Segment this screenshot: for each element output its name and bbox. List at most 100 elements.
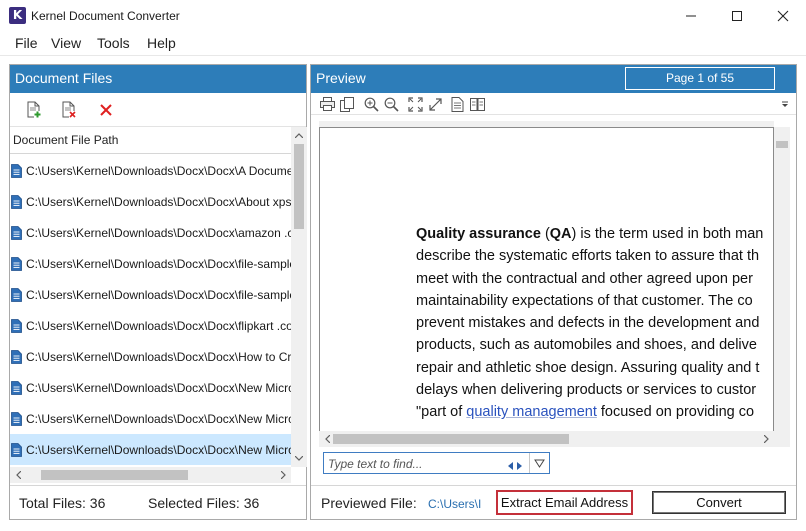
preview-footer: Previewed File: C:\Users\I Extract Email… bbox=[311, 485, 796, 519]
find-text-input[interactable] bbox=[328, 456, 504, 471]
menu-file[interactable]: File bbox=[15, 35, 38, 51]
file-list-item[interactable]: C:\Users\Kernel\Downloads\Docx\Docx\A Do… bbox=[10, 155, 291, 186]
document-file-icon bbox=[11, 349, 22, 364]
preview-vertical-scrollbar[interactable] bbox=[774, 127, 790, 447]
menu-view[interactable]: View bbox=[51, 35, 81, 51]
toolbar-overflow-icon[interactable] bbox=[780, 96, 790, 112]
file-path-text: C:\Users\Kernel\Downloads\Docx\Docx\How … bbox=[26, 349, 291, 364]
scroll-down-arrow-icon[interactable] bbox=[291, 450, 307, 466]
menu-help[interactable]: Help bbox=[147, 35, 176, 51]
extract-email-address-button[interactable]: Extract Email Address bbox=[496, 490, 633, 515]
preview-panel: Preview Page 1 of 55 Quality assurance (… bbox=[310, 64, 797, 520]
document-files-panel: Document Files Document File Path C:\Use… bbox=[9, 64, 307, 520]
document-text-run: delays when delivering products or servi… bbox=[416, 382, 757, 399]
file-list-item[interactable]: C:\Users\Kernel\Downloads\Docx\Docx\New … bbox=[10, 434, 291, 465]
file-path-text: C:\Users\Kernel\Downloads\Docx\Docx\amaz… bbox=[26, 225, 291, 240]
preview-vertical-scroll-thumb[interactable] bbox=[776, 141, 788, 148]
minimize-button[interactable] bbox=[668, 0, 714, 31]
document-text-run: focused on providing co bbox=[596, 404, 755, 421]
find-next-icon[interactable] bbox=[516, 459, 523, 473]
file-list-item[interactable]: C:\Users\Kernel\Downloads\Docx\Docx\flip… bbox=[10, 310, 291, 341]
document-line: maintainability expectations of that cus… bbox=[416, 290, 773, 312]
maximize-button[interactable] bbox=[714, 0, 760, 31]
close-window-button[interactable] bbox=[760, 0, 806, 31]
zoom-in-icon[interactable] bbox=[363, 96, 379, 112]
document-text: Quality assurance (QA) is the term used … bbox=[416, 223, 773, 424]
file-list-item[interactable]: C:\Users\Kernel\Downloads\Docx\Docx\file… bbox=[10, 279, 291, 310]
find-divider bbox=[529, 453, 530, 473]
find-previous-icon[interactable] bbox=[507, 459, 514, 473]
page-indicator: Page 1 of 55 bbox=[625, 67, 775, 90]
document-line: products, such as automobiles and shoes,… bbox=[416, 334, 773, 356]
minimize-icon bbox=[686, 15, 696, 16]
document-line: meet with the contractual and other agre… bbox=[416, 268, 773, 290]
preview-horizontal-scroll-thumb[interactable] bbox=[333, 434, 569, 444]
file-path-column-header[interactable]: Document File Path bbox=[10, 127, 291, 154]
file-path-text: C:\Users\Kernel\Downloads\Docx\Docx\New … bbox=[26, 380, 291, 395]
close-icon bbox=[777, 10, 789, 21]
document-text-run: QA bbox=[549, 226, 572, 242]
window-title: Kernel Document Converter bbox=[31, 9, 180, 23]
document-text-run: meet with the contractual and other agre… bbox=[416, 270, 753, 287]
preview-scroll-right-arrow-icon[interactable] bbox=[758, 431, 774, 447]
document-line: describe the systematic efforts taken to… bbox=[416, 245, 773, 267]
single-page-icon[interactable] bbox=[449, 96, 465, 112]
document-line: prevent mistakes and defects in the deve… bbox=[416, 312, 773, 334]
file-list-item[interactable]: C:\Users\Kernel\Downloads\Docx\Docx\amaz… bbox=[10, 217, 291, 248]
file-list-item[interactable]: C:\Users\Kernel\Downloads\Docx\Docx\Abou… bbox=[10, 186, 291, 217]
document-file-icon bbox=[11, 256, 22, 271]
document-preview: Quality assurance (QA) is the term used … bbox=[319, 127, 774, 437]
find-options-chevron-icon[interactable] bbox=[534, 458, 545, 472]
menu-tools[interactable]: Tools bbox=[97, 35, 130, 51]
two-page-icon[interactable] bbox=[469, 96, 485, 112]
file-toolbar bbox=[10, 93, 306, 127]
zoom-out-icon[interactable] bbox=[383, 96, 399, 112]
add-file-icon[interactable] bbox=[25, 101, 43, 119]
print-icon[interactable] bbox=[319, 96, 335, 112]
scroll-up-arrow-icon[interactable] bbox=[291, 127, 307, 143]
document-file-icon bbox=[11, 163, 22, 178]
remove-file-icon[interactable] bbox=[60, 101, 78, 119]
document-file-icon bbox=[11, 318, 22, 333]
file-path-text: C:\Users\Kernel\Downloads\Docx\Docx\Abou… bbox=[26, 194, 291, 209]
scroll-right-arrow-icon[interactable] bbox=[275, 467, 291, 483]
file-list-vertical-scrollbar[interactable] bbox=[291, 127, 307, 467]
document-text-run: ) is the term used in both man bbox=[571, 226, 764, 242]
convert-button[interactable]: Convert bbox=[652, 491, 786, 514]
preview-title: Preview bbox=[316, 70, 366, 86]
preview-toolbar bbox=[311, 93, 796, 115]
find-text-box bbox=[323, 452, 550, 474]
vertical-scroll-thumb[interactable] bbox=[294, 144, 304, 229]
document-text-run: maintainability expectations of that cus… bbox=[416, 292, 753, 309]
document-line: delays when delivering products or servi… bbox=[416, 379, 773, 401]
document-line: repair and athletic shoe design. Assurin… bbox=[416, 357, 773, 379]
file-count-footer: Total Files: 36 Selected Files: 36 bbox=[10, 485, 306, 519]
remove-all-icon[interactable] bbox=[97, 101, 115, 119]
preview-horizontal-scrollbar[interactable] bbox=[319, 431, 790, 447]
title-bar: K Kernel Document Converter bbox=[0, 0, 806, 31]
document-file-icon bbox=[11, 411, 22, 426]
document-text-run: "part of bbox=[416, 404, 467, 421]
file-list-item[interactable]: C:\Users\Kernel\Downloads\Docx\Docx\New … bbox=[10, 372, 291, 403]
menu-bar: File View Tools Help bbox=[0, 31, 806, 56]
file-list-item[interactable]: C:\Users\Kernel\Downloads\Docx\Docx\file… bbox=[10, 248, 291, 279]
horizontal-scroll-thumb[interactable] bbox=[41, 470, 188, 480]
document-file-icon bbox=[11, 380, 22, 395]
document-file-icon bbox=[11, 194, 22, 209]
document-line: Quality assurance (QA) is the term used … bbox=[416, 223, 773, 245]
fit-width-icon[interactable] bbox=[427, 96, 443, 112]
file-list-horizontal-scrollbar[interactable] bbox=[10, 467, 291, 483]
scroll-left-arrow-icon[interactable] bbox=[10, 467, 26, 483]
document-line: "part of quality management focused on p… bbox=[416, 401, 773, 423]
file-list: C:\Users\Kernel\Downloads\Docx\Docx\A Do… bbox=[10, 155, 291, 467]
file-path-text: C:\Users\Kernel\Downloads\Docx\Docx\New … bbox=[26, 442, 291, 457]
file-list-item[interactable]: C:\Users\Kernel\Downloads\Docx\Docx\New … bbox=[10, 403, 291, 434]
file-list-item[interactable]: C:\Users\Kernel\Downloads\Docx\Docx\How … bbox=[10, 341, 291, 372]
previewed-file-path: C:\Users\I bbox=[428, 497, 482, 511]
copy-page-icon[interactable] bbox=[339, 96, 355, 112]
document-link[interactable]: quality management bbox=[466, 404, 597, 420]
document-files-header: Document Files bbox=[10, 65, 306, 93]
document-text-run: Quality assurance bbox=[416, 226, 541, 242]
fit-page-icon[interactable] bbox=[407, 96, 423, 112]
file-path-text: C:\Users\Kernel\Downloads\Docx\Docx\file… bbox=[26, 287, 291, 302]
